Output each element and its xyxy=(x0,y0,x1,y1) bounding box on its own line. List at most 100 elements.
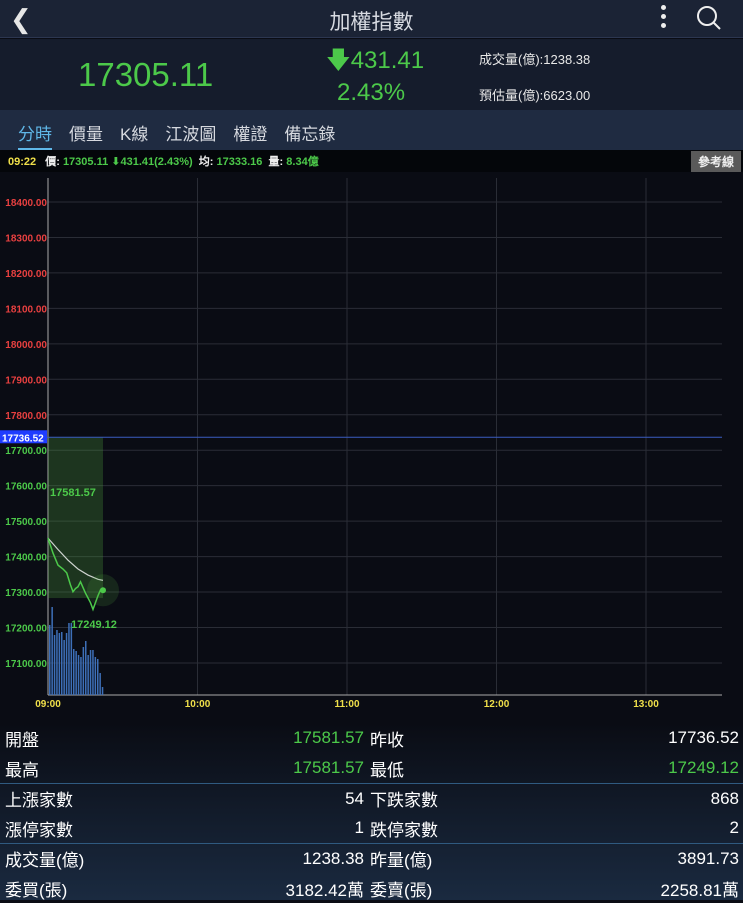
stat-value: 17736.52 xyxy=(668,728,739,747)
volume-bar xyxy=(85,641,87,695)
more-icon[interactable] xyxy=(657,2,669,32)
volume-bar xyxy=(94,657,97,695)
stat-label: 上漲家數 xyxy=(5,791,73,810)
volume-bar xyxy=(65,633,68,695)
stat-label: 最高 xyxy=(5,760,39,780)
stat-value: 1 xyxy=(354,818,364,837)
stats-row: 委買(張) 3182.42萬 委賣(張) 2258.81萬 xyxy=(0,873,743,903)
x-tick-label: 10:00 xyxy=(185,699,211,710)
price-area xyxy=(48,437,103,599)
y-tick-label: 17700.00 xyxy=(5,446,47,457)
x-tick-label: 09:00 xyxy=(35,699,61,710)
y-tick-label: 18000.00 xyxy=(5,340,47,351)
y-tick-label: 17600.00 xyxy=(5,482,47,493)
reference-label: 17736.52 xyxy=(2,433,44,444)
y-tick-label: 18200.00 xyxy=(5,269,47,280)
y-tick-label: 17400.00 xyxy=(5,553,47,564)
tab-warrant[interactable]: 權證 xyxy=(233,110,267,150)
stat-value: 2 xyxy=(729,818,739,837)
estimate-text: 預估量(億):6623.00 xyxy=(479,88,591,103)
x-tick-label: 13:00 xyxy=(633,699,659,710)
search-icon[interactable] xyxy=(696,5,722,31)
volume-bar xyxy=(97,659,99,695)
bar-change: ⬇431.41(2.43%) xyxy=(111,156,193,168)
stat-value: 868 xyxy=(710,788,739,808)
volume-bar xyxy=(89,650,92,695)
volume-bar xyxy=(87,655,89,695)
last-price: 17305.11 xyxy=(78,56,214,93)
tab-wave[interactable]: 江波圖 xyxy=(165,110,216,150)
stat-label: 委賣(張) xyxy=(370,880,433,900)
reference-line-button[interactable]: 參考線 xyxy=(690,151,741,172)
bar-price: 17305.11 xyxy=(62,156,109,168)
x-tick-label: 11:00 xyxy=(334,699,359,710)
last-point xyxy=(100,587,106,594)
y-tick-label: 17300.00 xyxy=(5,588,47,599)
stat-value: 17581.57 xyxy=(293,728,364,747)
volume-bar xyxy=(77,655,80,695)
percent-change: 2.43% xyxy=(337,79,406,106)
tab-price-volume[interactable]: 價量 xyxy=(69,110,103,150)
y-tick-label: 18100.00 xyxy=(5,304,47,315)
tab-intraday[interactable]: 分時 xyxy=(18,110,52,150)
y-tick-label: 18300.00 xyxy=(5,233,47,244)
stat-label: 跌停家數 xyxy=(370,820,438,840)
volume-bar xyxy=(58,633,61,695)
stats-row: 最高 17581.57 最低 17249.12 xyxy=(0,753,743,783)
x-tick-label: 12:00 xyxy=(484,699,510,710)
price-change: 🡇431.41 xyxy=(326,47,425,74)
volume-bar xyxy=(49,625,51,695)
stat-value: 54 xyxy=(345,788,364,808)
stat-label: 開盤 xyxy=(5,730,39,750)
volume-bar xyxy=(92,650,94,695)
tab-bar: 分時 價量 K線 江波圖 權證 備忘錄 xyxy=(0,110,743,150)
stats-table: 開盤 17581.57 昨收 17736.52 最高 17581.57 最低 17249.12… xyxy=(0,723,743,900)
stats-row: 成交量(億) 1238.38 昨量(億) 3891.73 xyxy=(0,843,743,873)
tab-kline[interactable]: K線 xyxy=(120,110,148,150)
volume-bar xyxy=(51,607,53,695)
volume-bar xyxy=(82,647,85,695)
low-label: 17249.12 xyxy=(71,619,117,631)
stat-label: 漲停家數 xyxy=(5,820,73,840)
stats-row: 開盤 17581.57 昨收 17736.52 xyxy=(0,723,743,753)
quote-panel: 17305.11 🡇431.41 2.43% 成交量(億):1238.38 預估… xyxy=(0,39,743,110)
stat-label: 成交量(億) xyxy=(5,851,85,870)
bar-vol: 8.34億 xyxy=(286,156,319,168)
y-tick-label: 17100.00 xyxy=(5,659,47,670)
stat-value: 1238.38 xyxy=(302,848,364,868)
y-tick-label: 17900.00 xyxy=(5,375,47,386)
volume-text: 成交量(億):1238.38 xyxy=(479,52,591,67)
y-tick-label: 17800.00 xyxy=(5,411,47,422)
stat-value: 3891.73 xyxy=(677,848,739,868)
stat-label: 最低 xyxy=(370,760,404,780)
down-arrow-icon: 🡇 xyxy=(326,47,351,74)
stat-value: 17581.57 xyxy=(293,758,364,777)
volume-bar xyxy=(99,673,101,695)
y-tick-label: 18400.00 xyxy=(5,198,47,209)
volume-bar xyxy=(53,635,56,695)
stats-row: 上漲家數 54 下跌家數 868 xyxy=(0,783,743,813)
open-label: 17581.57 xyxy=(50,487,96,499)
volume-bar xyxy=(68,623,70,695)
bar-avg: 17333.16 xyxy=(216,156,263,168)
volume-bar xyxy=(80,657,82,695)
stat-value: 2258.81萬 xyxy=(660,880,739,900)
y-tick-label: 17500.00 xyxy=(5,517,47,528)
page-title: 加權指數 xyxy=(329,11,414,34)
stat-value: 17249.12 xyxy=(668,758,739,777)
y-tick-label: 17200.00 xyxy=(5,624,47,635)
tab-memo[interactable]: 備忘錄 xyxy=(284,110,335,150)
volume-bar xyxy=(70,623,73,695)
stat-value: 3182.42萬 xyxy=(285,880,364,900)
header: ❮ 加權指數 xyxy=(0,0,743,38)
stats-row: 漲停家數 1 跌停家數 2 xyxy=(0,813,743,843)
stat-label: 委買(張) xyxy=(5,880,68,900)
intraday-chart[interactable]: 18400.00 18300.00 18200.00 18100.00 18000.00… xyxy=(0,172,743,720)
info-bar: 09:22 價: 17305.11 ⬇431.41(2.43%) 均: 1733… xyxy=(0,150,743,172)
volume-bar xyxy=(101,687,104,695)
volume-bar xyxy=(56,630,58,695)
volume-bar xyxy=(73,649,75,695)
volume-bar xyxy=(75,651,77,695)
stat-label: 昨量(億) xyxy=(370,851,433,870)
volume-bar xyxy=(63,640,65,695)
